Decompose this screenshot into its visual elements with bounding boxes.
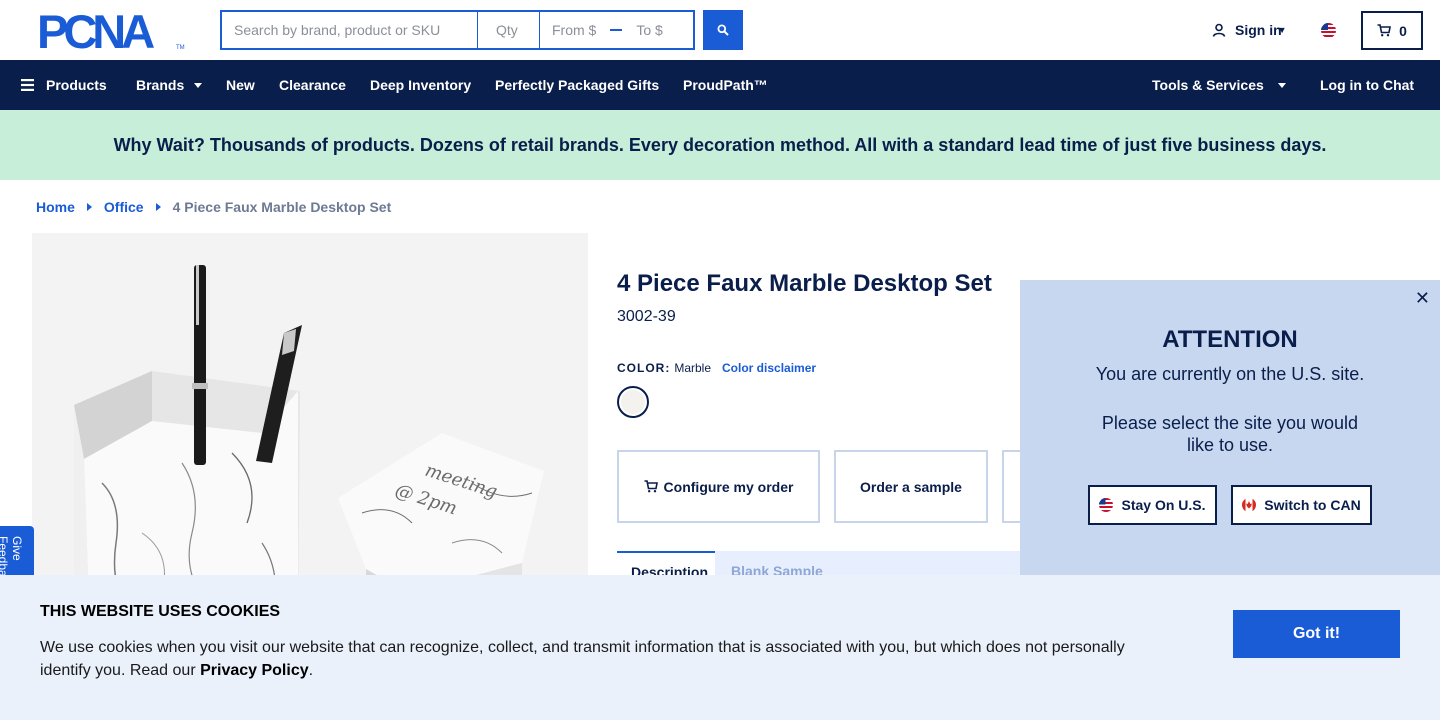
svg-text:PCNA: PCNA [37,12,154,50]
attention-title: ATTENTION [1162,326,1298,353]
breadcrumb: Home Office 4 Piece Faux Marble Desktop … [36,199,391,215]
cookie-title: THIS WEBSITE USES COOKIES [40,603,281,620]
svg-text:TM: TM [176,45,185,50]
price-from-field[interactable]: From $ [552,22,596,38]
caret-right-icon [86,203,92,211]
order-sample-button[interactable]: Order a sample [834,450,988,523]
nav-tools-services[interactable]: Tools & Services [1152,60,1286,110]
configure-order-button[interactable]: Configure my order [617,450,820,523]
us-flag-icon [1099,498,1114,512]
cookie-banner: THIS WEBSITE USES COOKIES We use cookies… [0,575,1440,720]
search-bar: From $ To $ [220,10,695,50]
order-sample-label: Order a sample [860,478,962,495]
hamburger-icon [21,79,34,91]
search-icon [717,24,729,36]
attention-text-current-site: You are currently on the U.S. site. [1095,364,1365,384]
color-label: COLOR: [617,361,671,375]
nav-chat[interactable]: Log in to Chat [1320,60,1414,110]
chevron-down-icon: ▼ [1277,25,1287,35]
search-input[interactable] [220,10,478,50]
top-bar: PCNA TM From $ To $ Sign in ▼ [0,0,1440,60]
stay-us-label: Stay On U.S. [1121,497,1206,513]
cart-icon [1377,24,1392,37]
user-icon [1212,23,1226,37]
breadcrumb-home[interactable]: Home [36,199,75,215]
configure-order-label: Configure my order [663,478,794,495]
color-row: COLOR: Marble Color disclaimer [617,361,816,375]
product-sku: 3002-39 [617,308,676,325]
got-it-button[interactable]: Got it! [1233,610,1400,658]
cart-button[interactable]: 0 [1361,11,1423,50]
cookie-text: We use cookies when you visit our websit… [40,636,1150,682]
color-value: Marble [674,361,712,375]
nav-new[interactable]: New [226,60,255,110]
product-image[interactable]: meeting @ 2pm [32,233,588,633]
switch-can-button[interactable]: Switch to CAN [1231,485,1372,525]
promo-banner: Why Wait? Thousands of products. Dozens … [0,110,1440,180]
promo-banner-text: Why Wait? Thousands of products. Dozens … [113,134,1327,155]
pcna-logo[interactable]: PCNA TM [37,12,185,50]
breadcrumb-office[interactable]: Office [104,199,144,215]
nav-brands[interactable]: Brands [136,60,203,110]
close-icon[interactable]: ✕ [1415,288,1430,309]
product-photo: meeting @ 2pm [32,233,588,633]
nav-products[interactable]: Products [21,60,107,110]
product-title: 4 Piece Faux Marble Desktop Set [617,270,992,297]
stay-us-button[interactable]: Stay On U.S. [1088,485,1217,525]
price-range-dash [610,29,623,31]
nav-gifts[interactable]: Perfectly Packaged Gifts [495,60,659,110]
caret-right-icon [155,203,161,211]
nav-brands-label: Brands [136,77,185,93]
breadcrumb-current: 4 Piece Faux Marble Desktop Set [172,199,392,215]
nav-tools-label: Tools & Services [1152,77,1264,93]
site-select-modal: ✕ ATTENTION You are currently on the U.S… [1020,280,1440,580]
price-range[interactable]: From $ To $ [540,10,695,50]
main-nav: Products Brands New Clearance Deep Inven… [0,60,1440,110]
nav-products-label: Products [46,77,107,93]
sign-in-button[interactable]: Sign in ▼ [1212,22,1287,38]
color-swatch-marble[interactable] [617,386,649,418]
price-to-field[interactable]: To $ [636,22,662,38]
search-button[interactable] [703,10,743,50]
cart-icon [644,480,658,493]
color-disclaimer-link[interactable]: Color disclaimer [722,361,816,375]
nav-deep-inventory[interactable]: Deep Inventory [370,60,471,110]
privacy-policy-link[interactable]: Privacy Policy [200,662,309,679]
nav-proudpath[interactable]: ProudPath™ [683,60,768,110]
cart-count: 0 [1399,22,1407,39]
nav-clearance[interactable]: Clearance [279,60,346,110]
sign-in-label: Sign in [1235,22,1282,38]
switch-can-label: Switch to CAN [1264,497,1361,513]
cookie-text-end: . [308,662,314,679]
qty-input[interactable] [478,10,540,50]
us-flag-icon[interactable] [1321,23,1336,38]
attention-text-select-site: Please select the site you would like to… [1101,413,1359,455]
chevron-down-icon [194,82,203,88]
canada-flag-icon [1242,498,1257,512]
chevron-down-icon [1277,82,1286,88]
